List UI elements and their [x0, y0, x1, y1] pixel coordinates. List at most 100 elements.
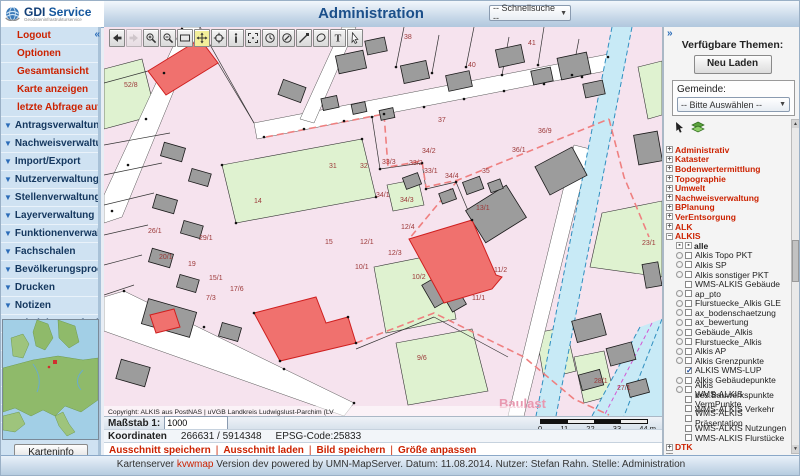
scroll-up-icon[interactable]: ▲ — [792, 120, 799, 128]
layer-item-alkis-topo-pkt[interactable]: Alkis Topo PKT — [666, 251, 790, 261]
layer-checkbox[interactable] — [685, 281, 692, 288]
gemeinde-select[interactable]: -- Bitte Auswählen --▼ — [677, 97, 790, 112]
layer-checkbox[interactable] — [685, 377, 692, 384]
layer-item-wms-alkis-nutzungen[interactable]: WMS-ALKIS Nutzungen — [666, 423, 790, 433]
legend-layers-icon[interactable] — [691, 121, 705, 133]
expand-box-icon[interactable]: + — [666, 175, 673, 182]
theme-category-alk[interactable]: +ALK — [666, 222, 790, 232]
layer-item-alkis-sp[interactable]: Alkis SP — [666, 260, 790, 270]
theme-category-alkis[interactable]: −ALKIS — [666, 231, 790, 241]
theme-category-nachweisverwaltung[interactable]: +Nachweisverwaltung — [666, 193, 790, 203]
sidebar-item-bev-lkerungsprognose[interactable]: ▼Bevölkerungsprognose — [1, 261, 98, 279]
layer-item-ap-pto[interactable]: ap_pto — [666, 289, 790, 299]
theme-category-umwelt[interactable]: +Umwelt — [666, 183, 790, 193]
layer-item-ax-bodenschaetzung[interactable]: ax_bodenschaetzung — [666, 308, 790, 318]
layer-item-flurstuecke-alkis[interactable]: Flurstuecke_Alkis — [666, 337, 790, 347]
layer-item-wms-alkis-vermpunkte[interactable]: WMS-ALKIS VermPunkte — [666, 394, 790, 404]
layer-radio[interactable] — [676, 386, 683, 393]
sidebar-item-import-export[interactable]: ▼Import/Export — [1, 153, 98, 171]
layer-radio[interactable] — [676, 252, 683, 259]
layer-checkbox[interactable] — [685, 252, 692, 259]
layer-checkbox[interactable] — [685, 300, 692, 307]
sidebar-item-antragsverwaltung[interactable]: ▼Antragsverwaltung — [1, 117, 98, 135]
theme-category-verentsorgung[interactable]: +VerEntsorgung — [666, 212, 790, 222]
layer-checkbox[interactable] — [685, 338, 692, 345]
theme-category-bplanung[interactable]: +BPlanung — [666, 203, 790, 213]
check-all-box-icon[interactable]: ▪ — [676, 242, 683, 249]
edit-geometry-button[interactable] — [279, 29, 295, 47]
layer-item-ax-bewertung[interactable]: ax_bewertung — [666, 318, 790, 328]
collapse-box-icon[interactable]: − — [666, 233, 673, 240]
layer-item-geb-ude-alkis[interactable]: Gebäude_Alkis — [666, 327, 790, 337]
select-pointer-button[interactable] — [347, 29, 363, 47]
history-forward-button[interactable] — [126, 29, 142, 47]
sidebar-item-notizen[interactable]: ▼Notizen — [1, 297, 98, 315]
theme-category-administrativ[interactable]: +Administrativ — [666, 145, 790, 155]
layer-checkbox[interactable] — [685, 290, 692, 297]
zoom-in-button[interactable] — [143, 29, 159, 47]
layer-checkbox[interactable] — [685, 405, 692, 412]
layer-item-alkis-sonstiger-pkt[interactable]: Alkis sonstiger PKT — [666, 270, 790, 280]
map-canvas[interactable]: 52/838404137313233/333/233/134/234/43536… — [104, 27, 662, 416]
expand-box-icon[interactable]: + — [666, 223, 673, 230]
sidebar-item-layerverwaltung[interactable]: ▼Layerverwaltung — [1, 207, 98, 225]
expand-box-icon[interactable]: + — [666, 156, 673, 163]
zoom-out-button[interactable] — [160, 29, 176, 47]
layer-item-alkis-ap[interactable]: Alkis AP — [666, 346, 790, 356]
layer-radio[interactable] — [676, 309, 683, 316]
layer-radio[interactable] — [676, 300, 683, 307]
layer-radio[interactable] — [676, 261, 683, 268]
history-back-button[interactable] — [109, 29, 125, 47]
overview-map[interactable] — [2, 319, 99, 440]
expand-box-icon[interactable]: + — [666, 204, 673, 211]
layer-radio[interactable] — [676, 271, 683, 278]
measure-button[interactable] — [262, 29, 278, 47]
layer-checkbox[interactable] — [685, 367, 692, 374]
layer-item-alkis-grenzpunkte[interactable]: Alkis Grenzpunkte — [666, 356, 790, 366]
draw-polygon-button[interactable] — [313, 29, 329, 47]
layer-checkbox[interactable] — [685, 415, 692, 422]
point-query-button[interactable] — [228, 29, 244, 47]
layer-item-wms-alkis-geb-ude[interactable]: WMS-ALKIS Gebäude — [666, 279, 790, 289]
sidebar-item-fachschalen[interactable]: ▼Fachschalen — [1, 243, 98, 261]
sidebar-link-logout[interactable]: Logout — [1, 27, 98, 45]
layer-checkbox[interactable] — [685, 425, 692, 432]
layer-item-wms-alkis-flurst-cke[interactable]: WMS-ALKIS Flurstücke — [666, 433, 790, 443]
sidebar-collapse-icon[interactable]: « — [94, 29, 100, 40]
sidebar-item-nutzerverwaltung[interactable]: ▼Nutzerverwaltung — [1, 171, 98, 189]
scroll-down-icon[interactable]: ▼ — [792, 445, 799, 453]
scrollbar-thumb[interactable] — [792, 240, 799, 282]
sidebar-item-drucken[interactable]: ▼Drucken — [1, 279, 98, 297]
layer-checkbox[interactable] — [685, 434, 692, 441]
sidebar-link-gesamtansicht[interactable]: Gesamtansicht — [1, 63, 98, 81]
theme-category-topographie[interactable]: +Topographie — [666, 174, 790, 184]
layer-radio[interactable] — [676, 338, 683, 345]
layer-radio[interactable] — [676, 290, 683, 297]
layer-checkbox[interactable] — [685, 319, 692, 326]
quick-search-select[interactable]: -- Schnellsuche --▼ — [489, 5, 571, 21]
sidebar-item-stellenverwaltung[interactable]: ▼Stellenverwaltung — [1, 189, 98, 207]
themes-scrollbar[interactable]: ▲ ▼ — [791, 119, 800, 454]
layer-checkbox[interactable] — [685, 271, 692, 278]
sidebar-item-funktionenverwaltung[interactable]: ▼Funktionenverwaltung — [1, 225, 98, 243]
expand-box-icon[interactable]: + — [666, 444, 673, 451]
layer-checkbox[interactable] — [685, 329, 692, 336]
expand-box-icon[interactable]: + — [666, 453, 673, 454]
layer-item-flurstuecke-alkis-gle[interactable]: Flurstuecke_Alkis GLE — [666, 299, 790, 309]
theme-category-bodenwertermittlung[interactable]: +Bodenwertermittlung — [666, 164, 790, 174]
theme-category-gebietskarten[interactable]: +Gebietskarten — [666, 452, 790, 454]
expand-box-icon[interactable]: + — [666, 213, 673, 220]
draw-line-button[interactable] — [296, 29, 312, 47]
panel-collapse-icon[interactable]: » — [667, 28, 673, 39]
expand-box-icon[interactable]: + — [666, 146, 673, 153]
expand-box-icon[interactable]: + — [666, 185, 673, 192]
layer-checkbox[interactable] — [685, 261, 692, 268]
zoom-rectangle-button[interactable] — [177, 29, 193, 47]
sidebar-link-optionen[interactable]: Optionen — [1, 45, 98, 63]
layer-checkbox[interactable] — [685, 309, 692, 316]
layer-radio[interactable] — [676, 329, 683, 336]
layer-radio[interactable] — [676, 357, 683, 364]
scale-input[interactable] — [164, 416, 228, 430]
add-text-button[interactable]: T — [330, 29, 346, 47]
sidebar-link-letzte-abfrage-aufrufen[interactable]: letzte Abfrage aufrufen — [1, 99, 98, 117]
